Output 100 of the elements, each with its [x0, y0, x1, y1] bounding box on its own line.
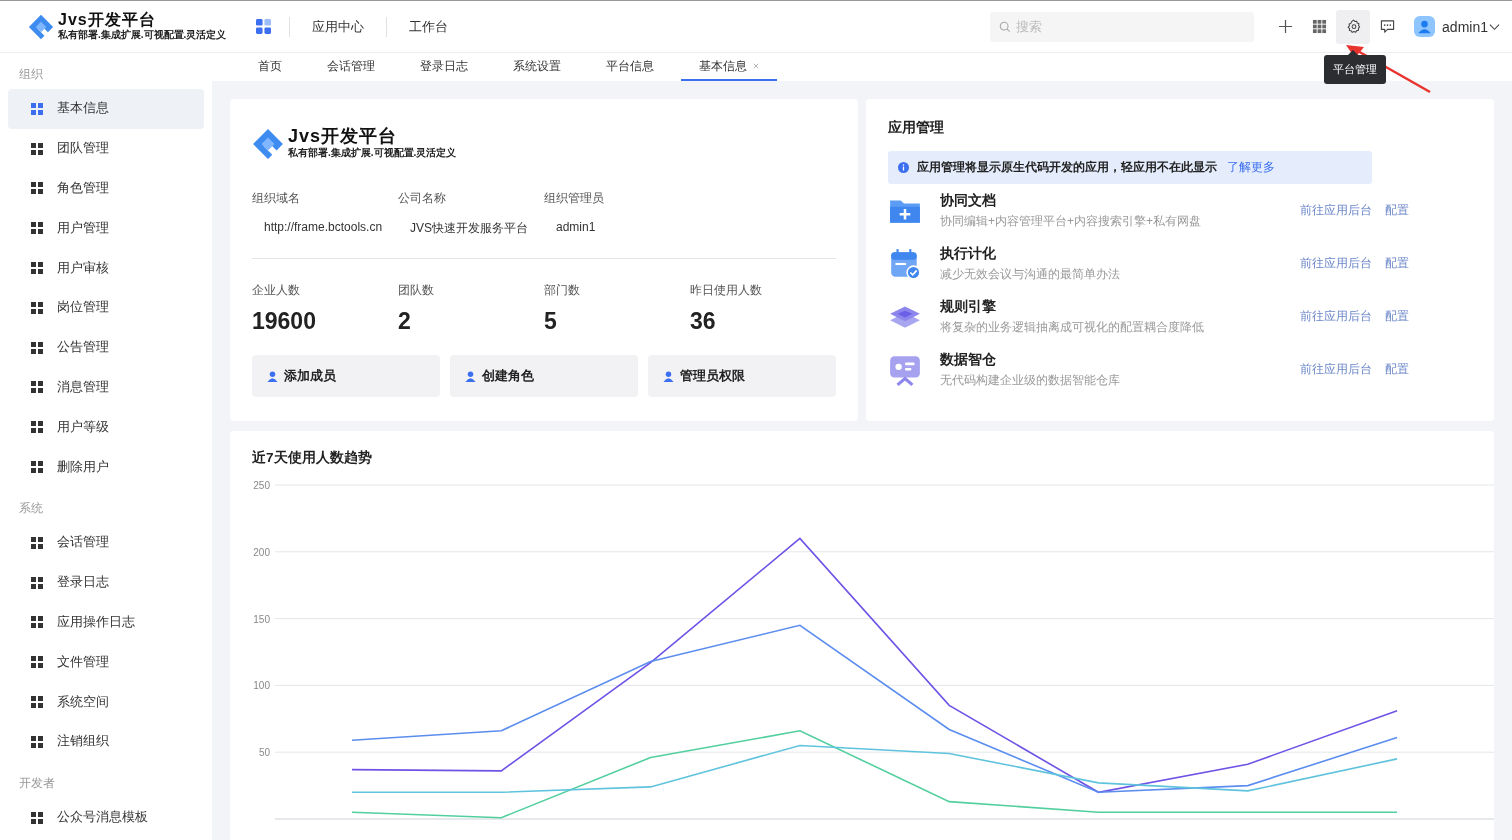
field-value: admin1	[555, 220, 597, 234]
search-field[interactable]: 搜索	[990, 11, 1255, 42]
app-switcher-icon[interactable]	[256, 19, 272, 34]
logo-tagline: 私有部署.集成扩展.可视配置.灵活定义	[288, 146, 457, 160]
stat-value: 2	[398, 308, 412, 335]
action-button[interactable]: 添加成员	[252, 355, 440, 397]
sidebar-group-title: 组织	[18, 66, 44, 83]
app-name: 规则引擎	[940, 297, 997, 316]
app-description: 协同编辑+内容管理平台+内容搜索引擎+私有网盘	[940, 212, 1203, 230]
sidebar-item[interactable]: 公告管理	[8, 327, 204, 368]
axis-tick-label: 250	[253, 480, 270, 491]
sidebar-group-title: 系统	[18, 499, 44, 517]
sidebar-item[interactable]: 基本信息	[8, 89, 204, 129]
stat-label: 团队数	[398, 282, 435, 299]
avatar-icon[interactable]	[1414, 16, 1436, 37]
grid-icon	[31, 341, 43, 354]
calendar-check-icon	[888, 246, 922, 281]
chat-icon	[1379, 19, 1395, 34]
sidebar-item[interactable]: 岗位管理	[8, 288, 204, 328]
field-value: http://frame.bctools.cn	[263, 220, 384, 234]
nav-link[interactable]: 应用中心	[290, 17, 387, 36]
sidebar-item[interactable]: 注销组织	[8, 721, 204, 762]
axis-tick-label: 150	[253, 613, 270, 625]
grid-icon	[31, 536, 43, 549]
grid-icon	[31, 301, 43, 314]
sidebar-item[interactable]: 文件管理	[8, 642, 204, 683]
tab[interactable]: 系统设置	[495, 53, 579, 81]
stat-label: 部门数	[544, 282, 581, 299]
learn-more-link[interactable]: 了解更多	[1227, 159, 1275, 176]
app-name: 协同文档	[940, 191, 997, 210]
sidebar-item[interactable]: 用户审核	[8, 248, 204, 288]
action-button[interactable]: 创建角色	[450, 355, 638, 397]
grid-icon	[31, 182, 43, 195]
sidebar-item[interactable]: 团队管理	[8, 128, 204, 169]
search-icon	[999, 20, 1012, 33]
app-link[interactable]: 前往应用后台	[1300, 202, 1372, 219]
logo-name: Jvs开发平台	[58, 11, 157, 28]
app-name: 数据智仓	[940, 350, 997, 369]
axis-tick-label: 200	[253, 546, 270, 558]
sidebar-item[interactable]: 消息管理	[8, 367, 204, 408]
grid-icon	[31, 142, 43, 155]
logo-icon	[252, 127, 284, 160]
field-value: JVS快速开发服务平台	[409, 220, 529, 237]
card-title: 应用管理	[888, 119, 945, 137]
field-label: 公司名称	[398, 190, 447, 207]
grid-icon	[31, 696, 43, 709]
app-link[interactable]: 配置	[1385, 255, 1409, 272]
grid-icon	[31, 222, 43, 235]
app-link[interactable]: 前往应用后台	[1300, 255, 1372, 272]
grid-icon	[31, 576, 43, 589]
grid-icon	[31, 811, 43, 824]
grid-icon	[31, 735, 43, 748]
app-link[interactable]: 配置	[1385, 308, 1409, 325]
tab[interactable]: 平台信息	[588, 53, 672, 81]
plus-icon	[1277, 19, 1293, 34]
app-link[interactable]: 配置	[1385, 202, 1409, 219]
sidebar-item[interactable]: 角色管理	[8, 168, 204, 209]
sidebar-item[interactable]: 用户管理	[8, 208, 204, 249]
grid-icon	[31, 616, 43, 629]
sidebar-item[interactable]: 会话管理	[8, 522, 204, 563]
tab[interactable]: 会话管理	[309, 53, 393, 81]
sidebar-item[interactable]: 登录日志	[8, 562, 204, 603]
action-button[interactable]: 管理员权限	[648, 355, 836, 397]
sidebar-item[interactable]: 用户等级	[8, 407, 204, 448]
sidebar-item[interactable]: 公众号消息模板	[8, 797, 204, 838]
stat-value: 19600	[252, 308, 317, 335]
grid-icon	[31, 381, 43, 394]
sidebar-item[interactable]: 应用操作日志	[8, 602, 204, 643]
sidebar-item[interactable]: 系统空间	[8, 682, 204, 722]
nav-link[interactable]: 工作台	[387, 17, 471, 36]
tab[interactable]: 首页	[240, 53, 300, 81]
stat-label: 昨日使用人数	[690, 282, 762, 299]
tab[interactable]: 登录日志	[402, 53, 486, 81]
grid-icon	[31, 421, 43, 434]
app-description: 减少无效会议与沟通的最简单办法	[940, 265, 1121, 283]
axis-tick-label: 50	[258, 747, 270, 759]
notice-text: 应用管理将显示原生代码开发的应用，轻应用不在此显示	[917, 159, 1217, 176]
user-name[interactable]: admin1	[1442, 18, 1488, 35]
settings-icon	[1345, 19, 1361, 34]
stat-label: 企业人数	[252, 282, 301, 299]
logo-tagline: 私有部署.集成扩展.可视配置.灵活定义	[58, 28, 227, 42]
grid-icon	[31, 656, 43, 669]
app-description: 无代码构建企业级的数据智能仓库	[940, 371, 1121, 389]
stat-value: 5	[544, 308, 558, 335]
field-label: 组织域名	[252, 190, 301, 207]
app-link[interactable]: 配置	[1385, 361, 1409, 378]
app-description: 将复杂的业务逻辑抽离成可视化的配置耦合度降低	[940, 318, 1205, 336]
app-link[interactable]: 前往应用后台	[1300, 361, 1372, 378]
user-icon	[465, 370, 476, 382]
app-link[interactable]: 前往应用后台	[1300, 308, 1372, 325]
logo-icon	[28, 13, 54, 40]
app-name: 执行计化	[940, 244, 997, 263]
field-label: 组织管理员	[544, 190, 605, 207]
info-icon	[898, 162, 909, 173]
tab[interactable]: 基本信息	[681, 53, 777, 81]
chevron-down-icon[interactable]	[1489, 22, 1500, 31]
stat-value: 36	[690, 308, 717, 335]
grid-icon	[31, 262, 43, 275]
grid-icon	[1311, 19, 1327, 34]
sidebar-item[interactable]: 删除用户	[8, 447, 204, 487]
